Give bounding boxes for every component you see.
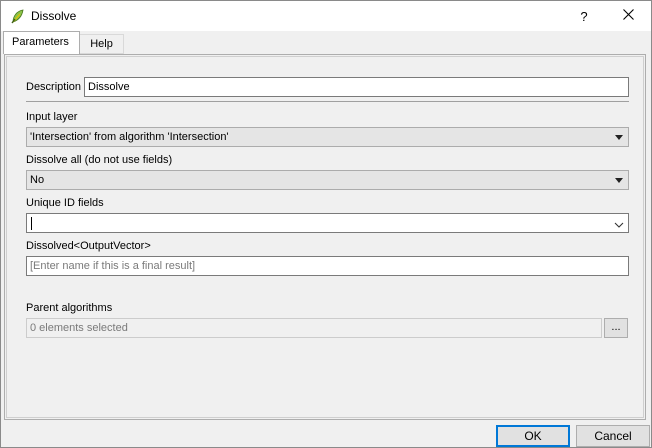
help-glyph: ? bbox=[580, 8, 588, 24]
cancel-button[interactable]: Cancel bbox=[576, 425, 650, 447]
ok-button[interactable]: OK bbox=[496, 425, 570, 447]
input-layer-combo[interactable]: 'Intersection' from algorithm 'Intersect… bbox=[26, 127, 629, 147]
unique-id-combo[interactable] bbox=[26, 213, 629, 233]
dropdown-arrow-icon bbox=[615, 178, 623, 183]
browse-label: ... bbox=[611, 321, 621, 333]
close-icon bbox=[622, 9, 634, 23]
qgis-leaf-icon bbox=[10, 8, 26, 24]
output-label: Dissolved<OutputVector> bbox=[26, 240, 151, 252]
dropdown-arrow-icon bbox=[615, 135, 623, 140]
tab-bar: Parameters Help bbox=[1, 31, 651, 54]
parameters-panel: Description Dissolve Input layer 'Inters… bbox=[4, 54, 646, 420]
unique-id-label: Unique ID fields bbox=[26, 197, 104, 209]
input-layer-value: 'Intersection' from algorithm 'Intersect… bbox=[30, 131, 229, 143]
description-input[interactable]: Dissolve bbox=[84, 77, 629, 97]
parent-algorithms-label: Parent algorithms bbox=[26, 302, 113, 314]
help-button[interactable]: ? bbox=[569, 3, 599, 29]
description-value: Dissolve bbox=[88, 81, 130, 93]
tab-parameters[interactable]: Parameters bbox=[3, 31, 80, 54]
output-name-input[interactable]: [Enter name if this is a final result] bbox=[26, 256, 629, 276]
close-button[interactable] bbox=[613, 3, 643, 29]
chevron-down-icon bbox=[614, 218, 624, 236]
window-title: Dissolve bbox=[31, 9, 77, 23]
dissolve-dialog: Dissolve ? Parameters Help Description D… bbox=[0, 0, 652, 448]
dissolve-all-label: Dissolve all (do not use fields) bbox=[26, 154, 173, 166]
parameters-scroll-area: Description Dissolve Input layer 'Inters… bbox=[6, 56, 644, 418]
output-placeholder: [Enter name if this is a final result] bbox=[30, 260, 196, 272]
text-cursor bbox=[31, 216, 32, 230]
parent-algorithms-browse-button[interactable]: ... bbox=[604, 318, 628, 338]
dissolve-all-value: No bbox=[30, 174, 45, 186]
dissolve-all-combo[interactable]: No bbox=[26, 170, 629, 190]
tab-help[interactable]: Help bbox=[80, 34, 124, 54]
parent-algorithms-value: 0 elements selected bbox=[30, 322, 128, 334]
input-layer-label: Input layer bbox=[26, 111, 78, 123]
separator bbox=[26, 101, 629, 102]
description-label: Description bbox=[26, 81, 82, 93]
parent-algorithms-field: 0 elements selected bbox=[26, 318, 602, 338]
title-bar: Dissolve ? bbox=[1, 1, 651, 31]
